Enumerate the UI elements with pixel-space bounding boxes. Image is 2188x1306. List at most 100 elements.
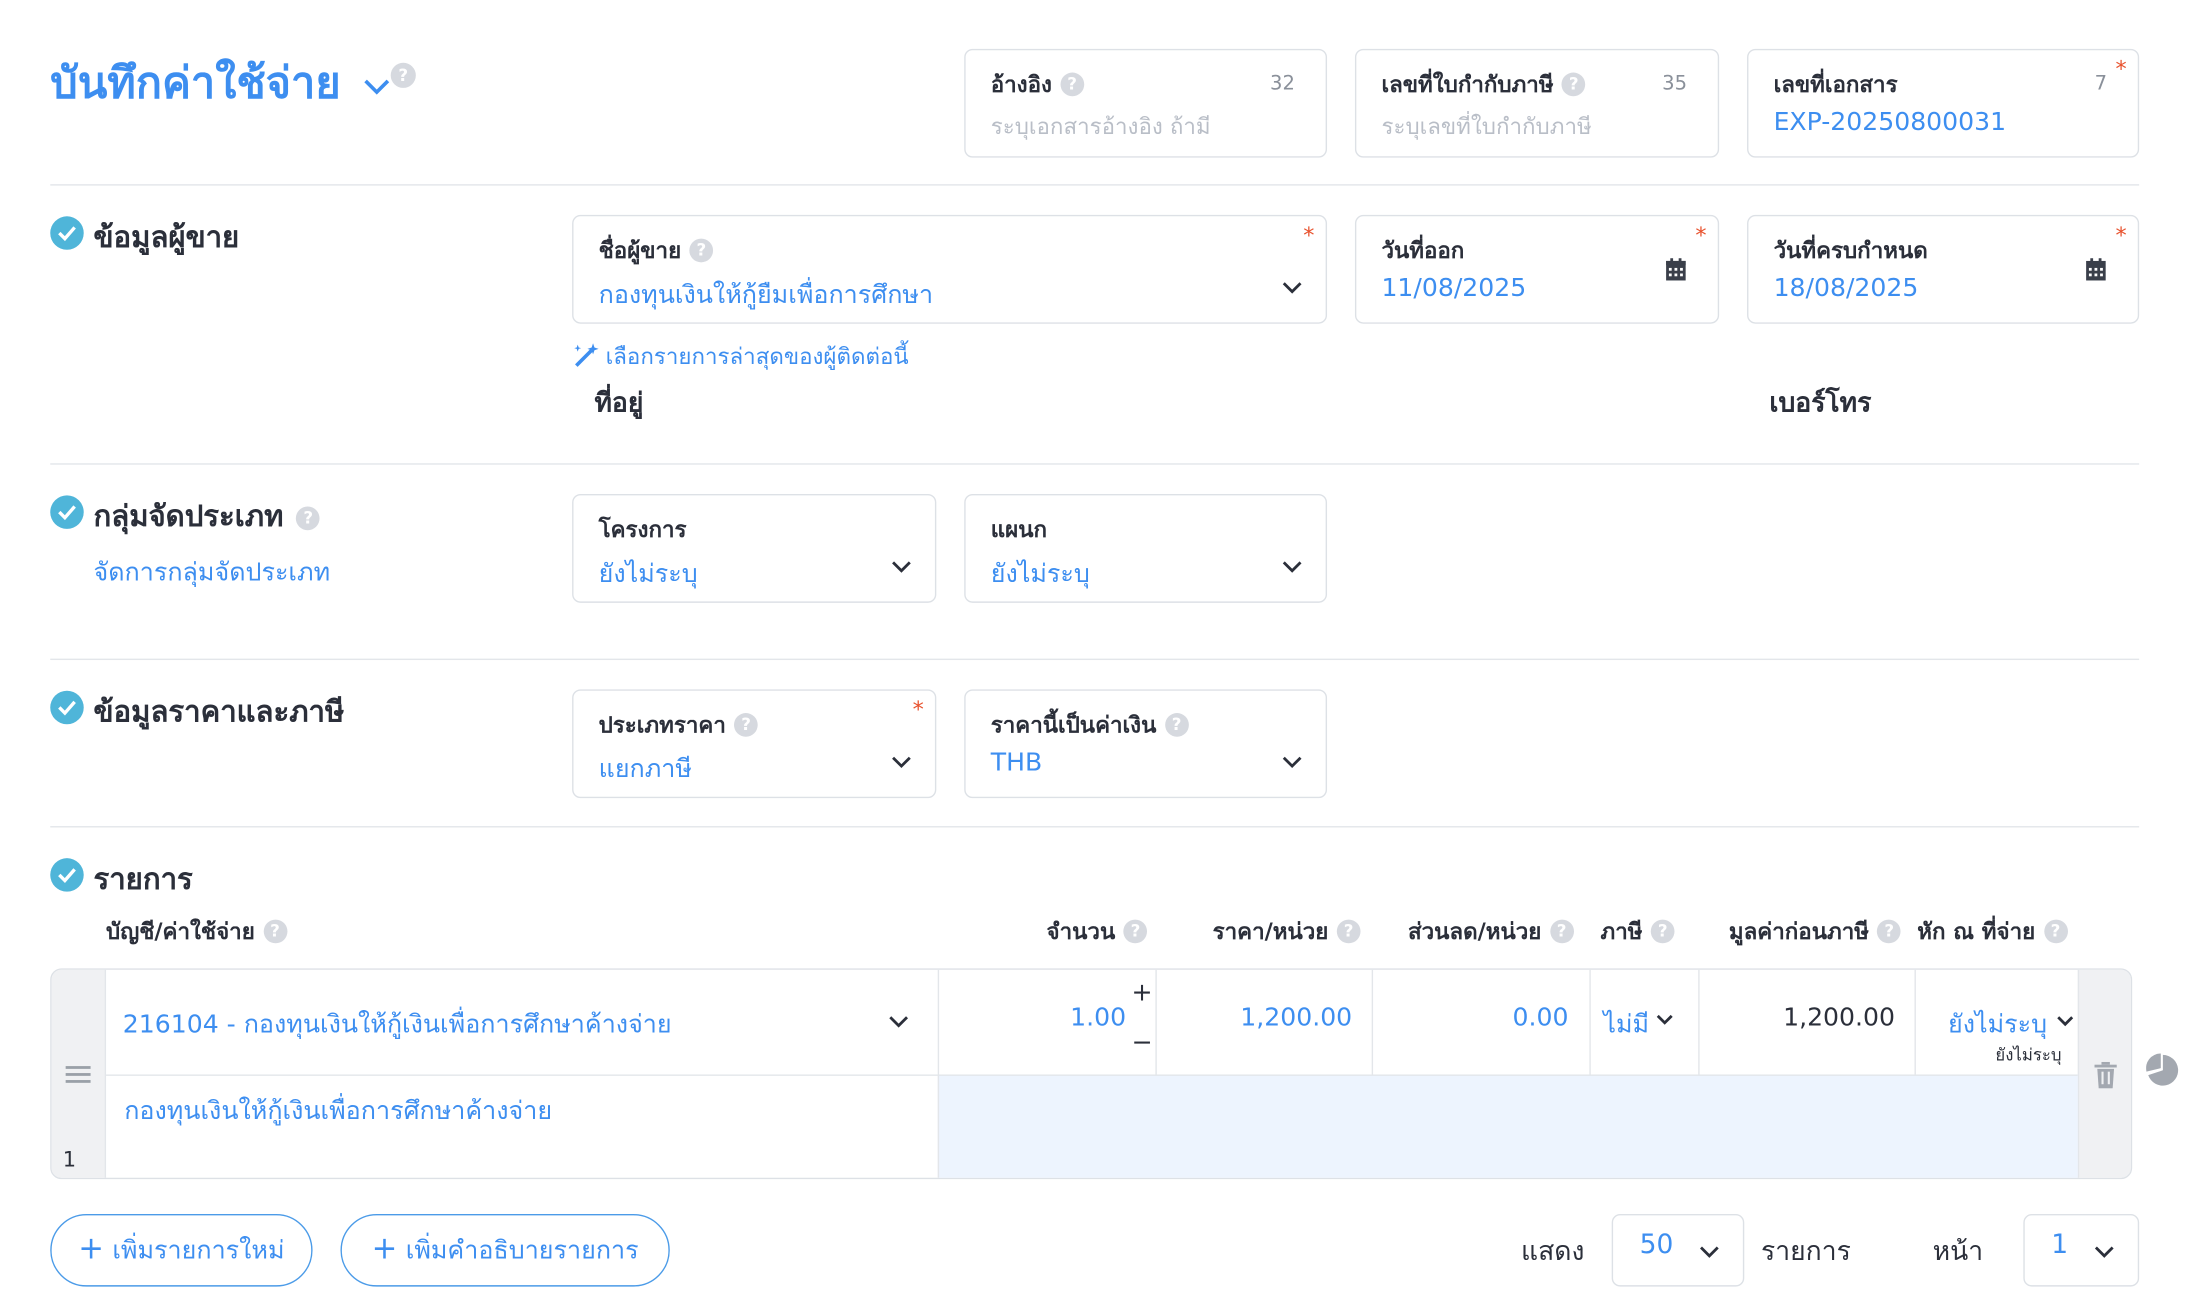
column-header-quantity: จำนวน?: [1047, 915, 1148, 950]
document-no-char-count: 7: [2094, 72, 2108, 95]
question-icon[interactable]: ?: [689, 237, 714, 262]
issue-date-field[interactable]: วันที่ออก * 11/08/2025: [1354, 214, 1720, 324]
project-value: ยังไม่ระบุ: [598, 559, 698, 589]
reference-input[interactable]: ระบุเอกสารอ้างอิง ถ้ามี: [991, 110, 1211, 145]
column-header-quantity-text: จำนวน: [1046, 918, 1116, 945]
page-number-label: หน้า: [1932, 1236, 1984, 1268]
tax-invoice-input[interactable]: ระบุเลขที่ใบกำกับภาษี: [1381, 110, 1591, 145]
page-size-select[interactable]: 50: [1611, 1214, 1745, 1287]
column-header-discount-text: ส่วนลด/หน่วย: [1407, 918, 1542, 945]
question-icon[interactable]: ?: [1123, 918, 1148, 943]
withholding-select[interactable]: ยังไม่ระบุ ยังไม่ระบุ: [1916, 970, 2078, 1075]
page-size-value: 50: [1639, 1229, 1674, 1261]
check-circle-icon: [50, 690, 84, 725]
plus-icon: +: [371, 1232, 398, 1268]
calendar-icon[interactable]: [1665, 258, 1687, 282]
chevron-down-icon: [364, 78, 390, 94]
row-action-strip: [2077, 969, 2131, 1178]
required-mark: *: [912, 696, 924, 723]
check-circle-icon: [50, 495, 84, 529]
column-header-pre-tax-text: มูลค่าก่อนภาษี: [1728, 918, 1869, 945]
department-label: แผนก: [990, 516, 1047, 543]
chevron-down-icon: [892, 756, 911, 769]
item-description-input[interactable]: กองทุนเงินให้กู้เงินเพื่อการศึกษาค้างจ่า…: [124, 1090, 552, 1130]
question-icon[interactable]: ?: [1877, 918, 1902, 943]
chevron-down-icon: [1700, 1246, 1719, 1258]
project-label: โครงการ: [598, 516, 687, 543]
document-no-input[interactable]: EXP-20250800031: [1774, 107, 2007, 136]
reference-char-count: 32: [1270, 72, 1295, 95]
withholding-value: ยังไม่ระบุ: [1947, 1010, 2048, 1040]
trash-icon[interactable]: [2094, 1061, 2117, 1089]
reference-field[interactable]: อ้างอิง? 32 ระบุเอกสารอ้างอิง ถ้ามี: [964, 48, 1328, 158]
calendar-icon[interactable]: [2085, 258, 2107, 282]
column-header-vat: ภาษี?: [1601, 915, 1675, 950]
question-icon[interactable]: ?: [1549, 918, 1574, 943]
drag-handle-icon[interactable]: [65, 1065, 91, 1085]
add-item-label: เพิ่มรายการใหม่: [112, 1236, 285, 1266]
question-icon[interactable]: ?: [296, 505, 321, 530]
items-section-title: รายการ: [93, 862, 193, 896]
add-item-button[interactable]: + เพิ่มรายการใหม่: [50, 1214, 313, 1287]
chevron-down-icon: [889, 1016, 909, 1028]
check-circle-icon: [50, 216, 84, 250]
question-icon[interactable]: ?: [1650, 918, 1675, 943]
document-no-field[interactable]: เลขที่เอกสาร 7 * EXP-20250800031: [1747, 48, 2140, 158]
page-size-label: แสดง: [1520, 1236, 1585, 1268]
question-icon[interactable]: ?: [1336, 918, 1361, 943]
quantity-value[interactable]: 1.00: [1070, 1003, 1126, 1032]
phone-label: เบอร์โทร: [1769, 387, 1872, 419]
question-icon[interactable]: ?: [263, 918, 287, 943]
quantity-decrement[interactable]: −: [1132, 1028, 1153, 1057]
question-icon[interactable]: ?: [2043, 918, 2068, 943]
magic-wand-icon: [574, 343, 599, 367]
account-select[interactable]: 216104 - กองทุนเงินให้กู้เงินเพื่อการศึก…: [107, 970, 937, 1075]
chevron-down-icon: [1282, 756, 1302, 769]
add-description-button[interactable]: + เพิ่มคำอธิบายรายการ: [340, 1214, 670, 1287]
category-section-title: กลุ่มจัดประเภท ?: [93, 494, 321, 540]
recent-items-link[interactable]: เลือกรายการล่าสุดของผู้ติดต่อนี้: [572, 340, 909, 375]
chevron-down-icon: [1656, 1014, 1673, 1025]
vendor-name-select[interactable]: ชื่อผู้ขาย? * กองทุนเงินให้กู้ยืมเพื่อกา…: [572, 214, 1328, 324]
project-select[interactable]: โครงการ ยังไม่ระบุ: [572, 493, 937, 603]
quantity-stepper[interactable]: 1.00 + −: [939, 970, 1155, 1075]
currency-select[interactable]: ราคานี้เป็นค่าเงิน? THB: [964, 689, 1328, 799]
help-icon[interactable]: ?: [390, 62, 416, 88]
column-header-pre-tax: มูลค่าก่อนภาษี?: [1728, 915, 1902, 950]
department-value: ยังไม่ระบุ: [990, 559, 1090, 589]
page-number-value: 1: [2051, 1229, 2069, 1261]
check-circle-icon: [50, 858, 84, 892]
divider: [50, 658, 2140, 661]
chevron-down-icon: [892, 561, 911, 573]
account-value: 216104 - กองทุนเงินให้กู้เงินเพื่อการศึก…: [122, 1010, 672, 1040]
question-icon[interactable]: ?: [1164, 712, 1189, 737]
price-type-select[interactable]: ประเภทราคา? * แยกภาษี: [572, 689, 937, 799]
pre-tax-value: 1,200.00: [1783, 1003, 1895, 1033]
column-header-discount: ส่วนลด/หน่วย?: [1407, 915, 1574, 950]
divider: [50, 463, 2140, 465]
recent-items-text: เลือกรายการล่าสุดของผู้ติดต่อนี้: [605, 343, 909, 370]
row-divider: [106, 1074, 2078, 1076]
discount-input[interactable]: 0.00: [1373, 1003, 1569, 1032]
drag-strip[interactable]: 1: [51, 969, 107, 1178]
manage-category-link[interactable]: จัดการกลุ่มจัดประเภท: [93, 551, 330, 591]
tax-invoice-field[interactable]: เลขที่ใบกำกับภาษี? 35 ระบุเลขที่ใบกำกับภ…: [1354, 48, 1720, 158]
issue-date-value: 11/08/2025: [1381, 273, 1527, 303]
quantity-increment[interactable]: +: [1132, 978, 1153, 1007]
department-select[interactable]: แผนก ยังไม่ระบุ: [964, 493, 1328, 603]
plus-icon: +: [78, 1232, 104, 1268]
vat-select[interactable]: ไม่มี: [1591, 970, 1698, 1075]
due-date-field[interactable]: วันที่ครบกำหนด * 18/08/2025: [1747, 214, 2140, 324]
pie-chart-icon[interactable]: [2146, 1053, 2179, 1087]
question-icon[interactable]: ?: [1060, 71, 1084, 96]
question-icon[interactable]: ?: [1561, 71, 1586, 96]
required-mark: *: [2115, 221, 2127, 249]
question-icon[interactable]: ?: [734, 712, 758, 737]
page-title[interactable]: บันทึกค่าใช้จ่าย: [50, 47, 392, 117]
vat-value: ไม่มี: [1603, 1010, 1650, 1040]
column-header-unit-price-text: ราคา/หน่วย: [1212, 918, 1329, 945]
reference-label: อ้างอิง: [990, 71, 1052, 98]
unit-price-input[interactable]: 1,200.00: [1157, 1003, 1352, 1032]
page-number-select[interactable]: 1: [2023, 1214, 2140, 1287]
divider: [50, 826, 2140, 828]
